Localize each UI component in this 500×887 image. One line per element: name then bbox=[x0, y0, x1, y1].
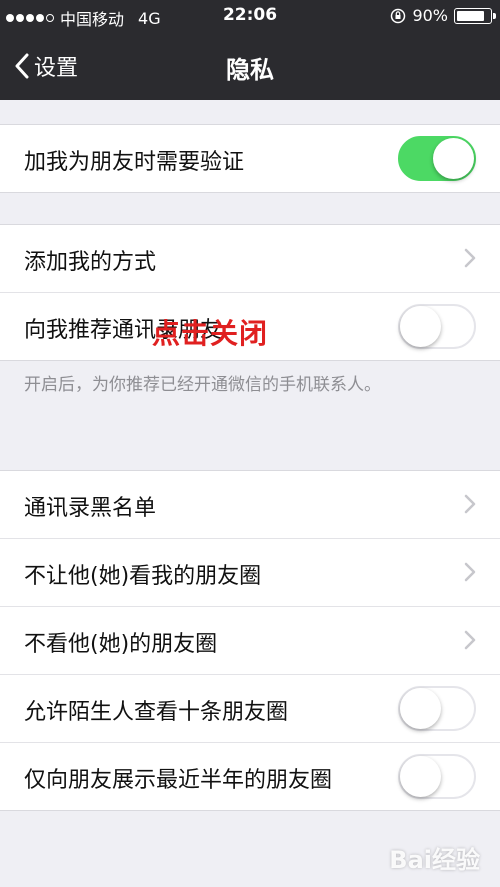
verify-toggle[interactable] bbox=[398, 136, 476, 181]
hide-mine-row[interactable]: 不让他(她)看我的朋友圈 bbox=[0, 538, 500, 606]
recommend-toggle[interactable] bbox=[398, 304, 476, 349]
status-right: 90% bbox=[390, 6, 496, 25]
half-year-row: 仅向朋友展示最近半年的朋友圈 bbox=[0, 742, 500, 810]
add-method-label: 添加我的方式 bbox=[24, 250, 157, 275]
verify-row: 加我为朋友时需要验证 bbox=[0, 125, 500, 192]
hide-theirs-row[interactable]: 不看他(她)的朋友圈 bbox=[0, 606, 500, 674]
stranger-label: 允许陌生人查看十条朋友圈 bbox=[24, 700, 289, 725]
verify-label: 加我为朋友时需要验证 bbox=[24, 150, 245, 175]
stranger-toggle[interactable] bbox=[398, 686, 476, 731]
page-title: 隐私 bbox=[226, 56, 274, 84]
chevron-right-icon bbox=[464, 248, 476, 268]
watermark: Bai经验 bbox=[389, 846, 480, 874]
verify-group: 加我为朋友时需要验证 bbox=[0, 124, 500, 193]
half-year-toggle[interactable] bbox=[398, 754, 476, 799]
annotation-label: 点击关闭 bbox=[152, 317, 269, 350]
status-bar: 中国移动 4G 22:06 90% bbox=[0, 0, 500, 34]
recommend-note: 开启后，为你推荐已经开通微信的手机联系人。 bbox=[24, 375, 381, 395]
blacklist-label: 通讯录黑名单 bbox=[24, 496, 157, 521]
blacklist-row[interactable]: 通讯录黑名单 bbox=[0, 471, 500, 538]
hide-theirs-label: 不看他(她)的朋友圈 bbox=[24, 632, 218, 657]
nav-bar: 设置 隐私 bbox=[0, 34, 500, 100]
half-year-label: 仅向朋友展示最近半年的朋友圈 bbox=[24, 768, 333, 793]
stranger-row: 允许陌生人查看十条朋友圈 bbox=[0, 674, 500, 742]
hide-mine-label: 不让他(她)看我的朋友圈 bbox=[24, 564, 262, 589]
chevron-right-icon bbox=[464, 494, 476, 514]
battery-percent: 90% bbox=[412, 6, 448, 25]
battery-icon bbox=[454, 7, 496, 24]
moments-group: 通讯录黑名单 不让他(她)看我的朋友圈 不看他(她)的朋友圈 允许陌生人查看十条… bbox=[0, 470, 500, 811]
rotation-lock-icon bbox=[391, 8, 406, 23]
chevron-right-icon bbox=[464, 562, 476, 582]
chevron-right-icon bbox=[464, 630, 476, 650]
add-method-row[interactable]: 添加我的方式 bbox=[0, 225, 500, 292]
